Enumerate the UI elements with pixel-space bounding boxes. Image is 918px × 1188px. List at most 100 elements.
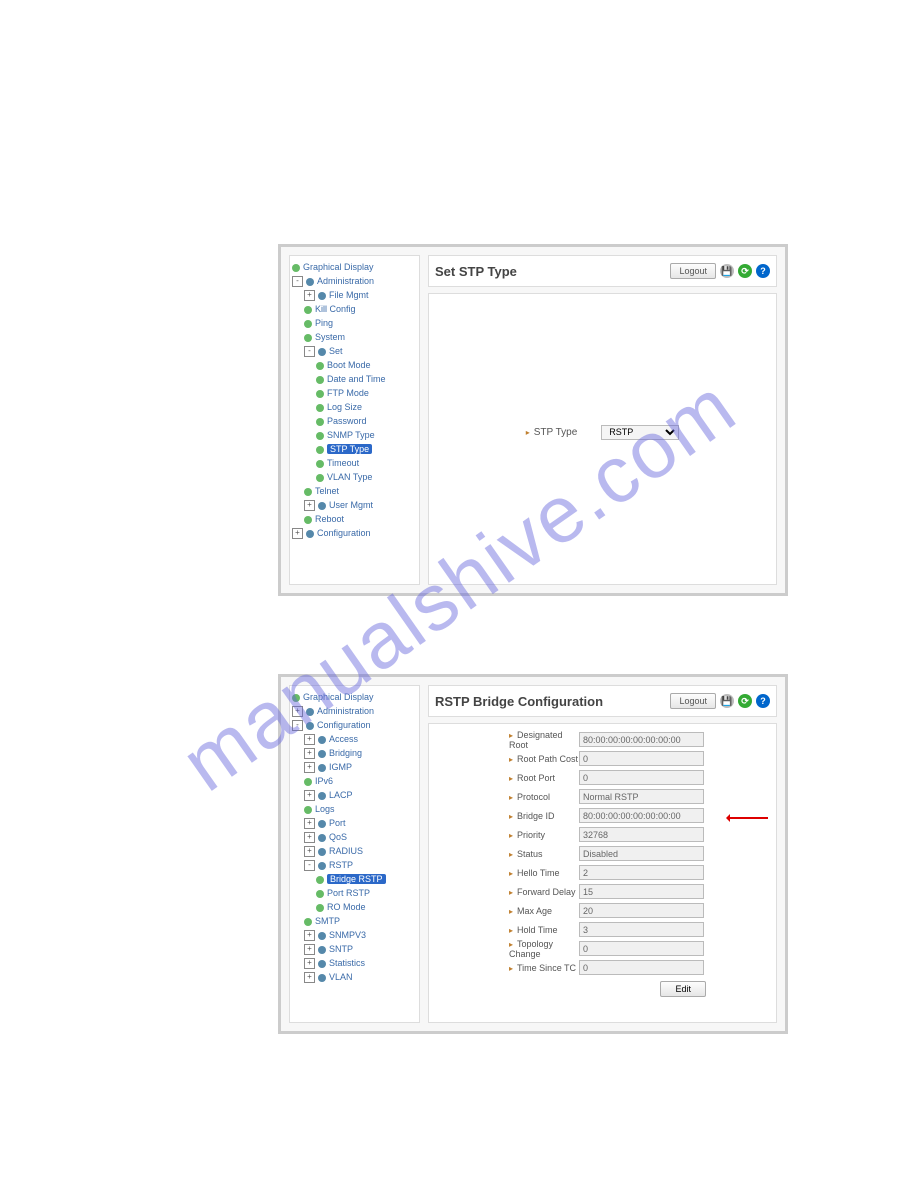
form-row: Hold Time xyxy=(439,920,766,939)
field-value[interactable] xyxy=(579,827,704,842)
logout-button[interactable]: Logout xyxy=(670,693,716,709)
field-value[interactable] xyxy=(579,903,704,918)
main-area: RSTP Bridge Configuration Logout 💾 ⟳ ? D… xyxy=(428,685,777,1023)
tree-stp-type[interactable]: STP Type xyxy=(316,443,417,456)
content-area: Designated Root Root Path Cost Root Port Pr… xyxy=(428,723,777,1023)
field-value[interactable] xyxy=(579,941,704,956)
tree-system[interactable]: System xyxy=(304,331,417,344)
tree-boot-mode[interactable]: Boot Mode xyxy=(316,359,417,372)
reload-icon[interactable]: ⟳ xyxy=(738,264,752,278)
field-value[interactable] xyxy=(579,770,704,785)
tree-lacp[interactable]: +LACP xyxy=(304,789,417,802)
nav-tree: Graphical Display -Administration +File … xyxy=(289,255,420,585)
field-label: Bridge ID xyxy=(439,811,579,821)
tree-port[interactable]: +Port xyxy=(304,817,417,830)
tree-password[interactable]: Password xyxy=(316,415,417,428)
main-area: Set STP Type Logout 💾 ⟳ ? STP Type RSTP xyxy=(428,255,777,585)
tree-administration[interactable]: -Administration +File Mgmt Kill Config P… xyxy=(292,275,417,526)
tree-igmp[interactable]: +IGMP xyxy=(304,761,417,774)
field-label: Time Since TC xyxy=(439,963,579,973)
field-label: Root Port xyxy=(439,773,579,783)
form-row: Protocol xyxy=(439,787,766,806)
reload-icon[interactable]: ⟳ xyxy=(738,694,752,708)
help-icon[interactable]: ? xyxy=(756,264,770,278)
field-value[interactable] xyxy=(579,751,704,766)
tree-telnet[interactable]: Telnet xyxy=(304,485,417,498)
field-label: Max Age xyxy=(439,906,579,916)
set-stp-type-panel: Graphical Display -Administration +File … xyxy=(278,244,788,596)
rstp-bridge-config-panel: Graphical Display +Administration -Confi… xyxy=(278,674,788,1034)
tree-file-mgmt[interactable]: +File Mgmt xyxy=(304,289,417,302)
form-row: Root Path Cost xyxy=(439,749,766,768)
tree-ipv6[interactable]: IPv6 xyxy=(304,775,417,788)
tree-qos[interactable]: +QoS xyxy=(304,831,417,844)
logout-button[interactable]: Logout xyxy=(670,263,716,279)
edit-button[interactable]: Edit xyxy=(660,981,706,997)
tree-reboot[interactable]: Reboot xyxy=(304,513,417,526)
rstp-form: Designated Root Root Path Cost Root Port Pr… xyxy=(439,730,766,977)
field-value[interactable] xyxy=(579,789,704,804)
tree-set[interactable]: -Set Boot Mode Date and Time FTP Mode Lo… xyxy=(304,345,417,484)
tree-bridge-rstp[interactable]: Bridge RSTP xyxy=(316,873,417,886)
tree-logs[interactable]: Logs xyxy=(304,803,417,816)
tree-smtp[interactable]: SMTP xyxy=(304,915,417,928)
tree-snmpv3[interactable]: +SNMPV3 xyxy=(304,929,417,942)
tree-ping[interactable]: Ping xyxy=(304,317,417,330)
field-label: Forward Delay xyxy=(439,887,579,897)
form-row: Time Since TC xyxy=(439,958,766,977)
content-area: STP Type RSTP xyxy=(428,293,777,585)
tree-log-size[interactable]: Log Size xyxy=(316,401,417,414)
page-title: RSTP Bridge Configuration xyxy=(435,694,603,709)
tree-timeout[interactable]: Timeout xyxy=(316,457,417,470)
form-row: Forward Delay xyxy=(439,882,766,901)
tree-ro-mode[interactable]: RO Mode xyxy=(316,901,417,914)
form-row: Status xyxy=(439,844,766,863)
titlebar: Set STP Type Logout 💾 ⟳ ? xyxy=(428,255,777,287)
field-value[interactable] xyxy=(579,808,704,823)
field-value[interactable] xyxy=(579,732,704,747)
tree-graphical-display[interactable]: Graphical Display xyxy=(292,691,417,704)
tree-rstp[interactable]: -RSTP Bridge RSTP Port RSTP RO Mode xyxy=(304,859,417,914)
field-value[interactable] xyxy=(579,865,704,880)
help-icon[interactable]: ? xyxy=(756,694,770,708)
field-label: Status xyxy=(439,849,579,859)
tree-radius[interactable]: +RADIUS xyxy=(304,845,417,858)
tree-statistics[interactable]: +Statistics xyxy=(304,957,417,970)
tree-access[interactable]: +Access xyxy=(304,733,417,746)
field-label: Hold Time xyxy=(439,925,579,935)
field-value[interactable] xyxy=(579,922,704,937)
tree-configuration[interactable]: +Configuration xyxy=(292,527,417,540)
tree-sntp[interactable]: +SNTP xyxy=(304,943,417,956)
form-row: Priority xyxy=(439,825,766,844)
tree-bridging[interactable]: +Bridging xyxy=(304,747,417,760)
tree-kill-config[interactable]: Kill Config xyxy=(304,303,417,316)
tree-ftp-mode[interactable]: FTP Mode xyxy=(316,387,417,400)
form-row: Bridge ID xyxy=(439,806,766,825)
field-label: Hello Time xyxy=(439,868,579,878)
tree-vlan[interactable]: +VLAN xyxy=(304,971,417,984)
field-label: Topology Change xyxy=(439,939,579,959)
tree-date-time[interactable]: Date and Time xyxy=(316,373,417,386)
field-value[interactable] xyxy=(579,846,704,861)
nav-tree: Graphical Display +Administration -Confi… xyxy=(289,685,420,1023)
field-value[interactable] xyxy=(579,884,704,899)
form-row: Hello Time xyxy=(439,863,766,882)
tree-snmp-type[interactable]: SNMP Type xyxy=(316,429,417,442)
field-label: Designated Root xyxy=(439,730,579,750)
save-icon[interactable]: 💾 xyxy=(720,694,734,708)
form-row: Topology Change xyxy=(439,939,766,958)
field-label: Root Path Cost xyxy=(439,754,579,764)
page-title: Set STP Type xyxy=(435,264,517,279)
save-icon[interactable]: 💾 xyxy=(720,264,734,278)
stp-type-select[interactable]: RSTP xyxy=(601,425,679,440)
field-label: Protocol xyxy=(439,792,579,802)
tree-port-rstp[interactable]: Port RSTP xyxy=(316,887,417,900)
field-value[interactable] xyxy=(579,960,704,975)
tree-vlan-type[interactable]: VLAN Type xyxy=(316,471,417,484)
tree-administration[interactable]: +Administration xyxy=(292,705,417,718)
field-label: Priority xyxy=(439,830,579,840)
form-row: Max Age xyxy=(439,901,766,920)
tree-configuration[interactable]: -Configuration +Access +Bridging +IGMP I… xyxy=(292,719,417,984)
tree-user-mgmt[interactable]: +User Mgmt xyxy=(304,499,417,512)
tree-graphical-display[interactable]: Graphical Display xyxy=(292,261,417,274)
